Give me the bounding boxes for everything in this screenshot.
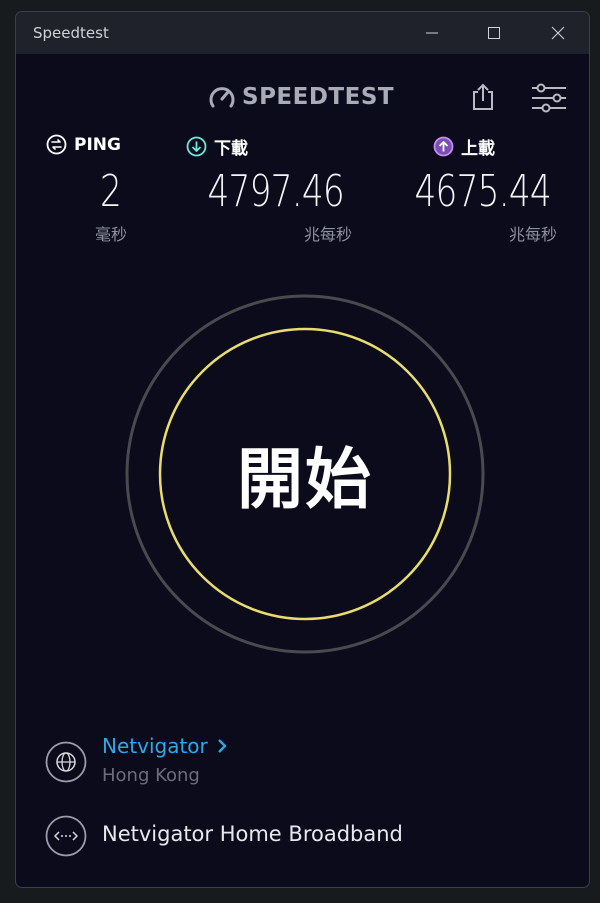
download-unit: 兆每秒 [303, 225, 352, 244]
ping-icon [46, 134, 67, 155]
server-name[interactable]: Netvigator Home Broadband [102, 822, 403, 846]
maximize-icon [488, 27, 500, 39]
download-header: 下載 [186, 134, 248, 159]
download-icon [186, 136, 207, 157]
logo-text: SPEEDTEST [242, 84, 395, 110]
isp-link[interactable]: Netvigator [102, 734, 230, 758]
share-icon[interactable] [469, 82, 497, 112]
upload-header: 上載 [433, 134, 495, 159]
upload-value: 4675.44 [414, 166, 552, 217]
ping-unit: 毫秒 [94, 225, 127, 244]
globe-icon [45, 741, 87, 783]
start-button[interactable]: 開始 [124, 293, 486, 655]
download-value: 4797.46 [207, 166, 345, 217]
speedtest-logo: SPEEDTEST [208, 84, 394, 110]
isp-location: Hong Kong [102, 765, 200, 786]
server-icon [45, 815, 87, 857]
minimize-icon [426, 32, 438, 34]
maximize-button[interactable] [463, 12, 525, 54]
upload-icon [433, 136, 454, 157]
upload-unit: 兆每秒 [508, 225, 557, 244]
close-button[interactable] [527, 12, 589, 54]
close-icon [551, 26, 565, 40]
speedtest-window: Speedtest SPEEDTEST PING 2 毫秒 下載 4797.46… [15, 11, 590, 888]
download-label: 下載 [214, 139, 248, 159]
ping-label: PING [74, 134, 121, 155]
upload-label: 上載 [461, 139, 495, 159]
minimize-button[interactable] [401, 12, 463, 54]
chevron-right-icon[interactable] [214, 737, 230, 755]
ping-header: PING [46, 134, 121, 155]
window-title: Speedtest [33, 24, 109, 42]
settings-icon[interactable] [530, 83, 568, 113]
isp-name[interactable]: Netvigator [102, 734, 208, 758]
title-bar[interactable]: Speedtest [16, 12, 589, 54]
gauge-icon [209, 87, 235, 108]
ping-value: 2 [99, 166, 122, 217]
